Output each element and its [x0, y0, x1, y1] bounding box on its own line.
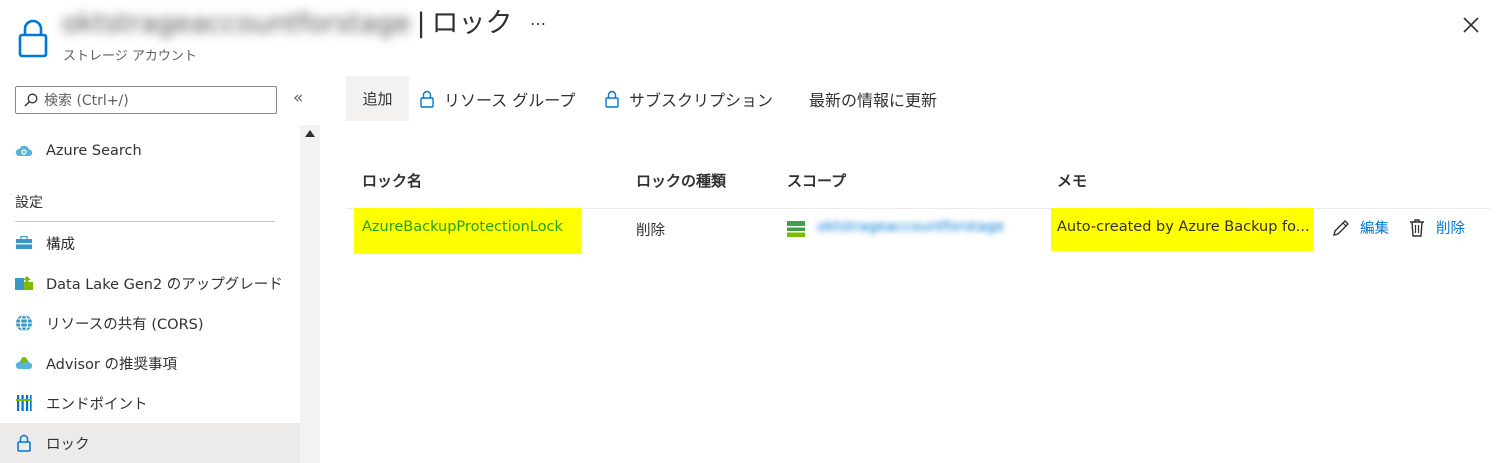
search-placeholder: 検索 (Ctrl+/): [44, 93, 129, 109]
column-header-lock-type: ロックの種類: [636, 172, 727, 190]
title-separator: |: [416, 8, 426, 39]
sidebar-item-label: エンドポイント: [46, 396, 148, 413]
cors-icon: [15, 314, 33, 332]
memo-value: Auto-created by Azure Backup fo...: [1057, 219, 1309, 235]
resource-type-subtitle: ストレージ アカウント: [63, 49, 197, 64]
pencil-icon: [1333, 219, 1349, 236]
lock-name-link[interactable]: AzureBackupProtectionLock: [362, 219, 563, 235]
section-divider: [15, 221, 275, 222]
sidebar-item-label: Data Lake Gen2 のアップグレード: [46, 276, 283, 293]
more-options-button[interactable]: …: [530, 10, 547, 29]
column-header-lock-name: ロック名: [362, 172, 423, 190]
sidebar-item-azure-search[interactable]: Azure Search: [0, 131, 300, 171]
resource-group-label: リソース グループ: [444, 90, 576, 110]
resource-name: oktstrageaccountforstage: [62, 8, 411, 39]
upgrade-icon: [15, 274, 33, 292]
subscription-label: サブスクリプション: [629, 90, 774, 110]
column-header-scope: スコープ: [787, 172, 847, 190]
sidebar-item-cors[interactable]: リソースの共有 (CORS): [0, 303, 300, 343]
sidebar-item-label: Advisor の推奨事項: [46, 356, 177, 373]
sidebar-item-label: 構成: [46, 236, 75, 253]
page-title: oktstrageaccountforstage | ロック: [62, 6, 513, 42]
trash-icon: [1410, 218, 1424, 237]
lock-icon: [18, 19, 48, 58]
delete-label: 削除: [1436, 221, 1465, 237]
collapse-sidebar-button[interactable]: «: [293, 88, 303, 108]
resource-group-button[interactable]: リソース グループ: [420, 76, 575, 121]
storage-account-icon: [787, 221, 805, 237]
edit-label: 編集: [1360, 221, 1389, 237]
sidebar-item-data-lake-upgrade[interactable]: Data Lake Gen2 のアップグレード: [0, 263, 300, 303]
advisor-icon: [15, 354, 33, 372]
refresh-button[interactable]: 最新の情報に更新: [809, 76, 937, 121]
sidebar-item-advisor[interactable]: Advisor の推奨事項: [0, 343, 300, 383]
column-header-memo: メモ: [1057, 172, 1088, 190]
scope-link[interactable]: oktstrageaccountforstage: [817, 219, 1004, 235]
subscription-button[interactable]: サブスクリプション: [605, 76, 773, 121]
endpoint-icon: [15, 394, 33, 412]
settings-section-title: 設定: [15, 195, 43, 211]
sidebar-item-endpoints[interactable]: エンドポイント: [0, 383, 300, 423]
sidebar-item-label: ロック: [46, 436, 90, 453]
edit-button[interactable]: 編集: [1331, 217, 1389, 238]
scroll-up-arrow-icon[interactable]: [305, 130, 315, 137]
sidebar-item-configuration[interactable]: 構成: [0, 223, 300, 263]
lock-type-value: 削除: [636, 223, 665, 239]
sidebar-item-locks[interactable]: ロック: [0, 423, 300, 463]
close-icon[interactable]: [1460, 14, 1482, 36]
search-input[interactable]: 検索 (Ctrl+/): [15, 86, 277, 114]
toolbox-icon: [15, 234, 33, 252]
lock-icon: [15, 434, 33, 452]
delete-button[interactable]: 削除: [1407, 217, 1465, 238]
cloud-search-icon: [15, 142, 33, 160]
sidebar-scrollbar[interactable]: [300, 125, 320, 463]
sidebar-item-label: Azure Search: [46, 143, 142, 159]
add-lock-button[interactable]: 追加: [346, 76, 409, 121]
lock-icon: [605, 90, 619, 108]
page-name: ロック: [431, 8, 513, 39]
search-icon: [24, 93, 38, 107]
sidebar-item-label: リソースの共有 (CORS): [46, 316, 204, 333]
lock-icon: [420, 90, 434, 108]
